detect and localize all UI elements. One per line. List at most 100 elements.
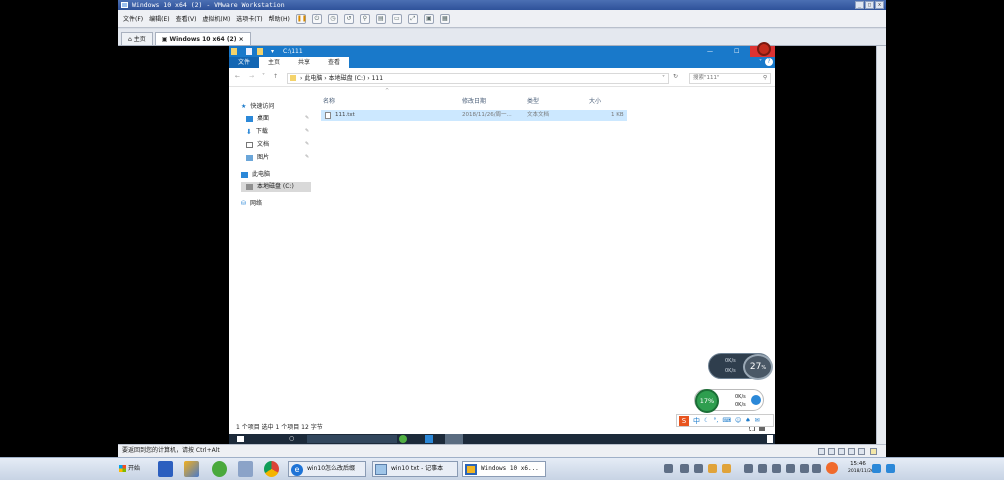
tab-vm[interactable]: ▣ Windows 10 x64 (2) × <box>154 32 251 45</box>
pin-icon[interactable]: ✎ <box>305 154 309 160</box>
tab-share[interactable]: 共享 <box>289 57 320 68</box>
close-icon[interactable]: x <box>875 1 884 9</box>
tools-icon[interactable]: ✉ <box>755 417 760 424</box>
tray-icon[interactable] <box>664 464 673 473</box>
column-name[interactable]: 名称 <box>323 96 335 105</box>
accelerate-icon[interactable] <box>751 395 761 405</box>
pin-icon[interactable]: ✎ <box>305 141 309 147</box>
address-dropdown-icon[interactable]: ˅ <box>662 74 665 83</box>
qq-icon[interactable] <box>708 464 717 473</box>
sound-icon[interactable] <box>858 448 865 455</box>
help-icon[interactable]: ? <box>765 58 773 66</box>
guest-search-box[interactable] <box>307 435 397 443</box>
menu-edit[interactable]: 编辑(E) <box>149 14 169 23</box>
nav-documents[interactable]: 文档 <box>246 140 269 150</box>
windows-start-icon[interactable] <box>237 436 244 442</box>
fullscreen-icon[interactable]: ⤢ <box>407 13 418 24</box>
nav-pictures[interactable]: 图片 <box>246 153 269 163</box>
pause-icon[interactable]: ❚❚ <box>295 13 307 24</box>
search-input[interactable]: 搜索"111" ⚲ <box>689 73 771 84</box>
notification-icon[interactable] <box>767 435 773 443</box>
chrome-icon[interactable] <box>264 461 279 477</box>
sogou-icon[interactable]: S <box>679 415 689 426</box>
unity-icon[interactable]: ▣ <box>423 13 434 24</box>
shirt-icon[interactable]: ♠ <box>745 417 750 424</box>
tray-icon[interactable] <box>758 464 767 473</box>
back-icon[interactable]: ← <box>235 73 240 80</box>
forward-icon[interactable]: → <box>249 73 254 80</box>
tab-view[interactable]: 查看 <box>319 57 350 68</box>
tab-home[interactable]: ⌂ 主页 <box>121 32 153 45</box>
breadcrumb-111[interactable]: 111 <box>372 75 383 82</box>
notification-badge-icon[interactable] <box>826 462 838 474</box>
snapshot-manager-icon[interactable]: ⚲ <box>359 13 370 24</box>
breadcrumb-this-pc[interactable]: 此电脑 <box>304 75 322 82</box>
pin-icon[interactable]: ✎ <box>305 115 309 121</box>
menu-vm[interactable]: 虚拟机(M) <box>202 14 230 23</box>
qq-icon[interactable] <box>722 464 731 473</box>
maximize-icon[interactable]: ☐ <box>734 46 739 57</box>
qat-dropdown-icon[interactable]: ▾ <box>271 46 274 57</box>
keyboard-icon[interactable]: ⌨ <box>722 417 731 424</box>
nav-quick-access[interactable]: ★ 快速访问 <box>241 102 274 112</box>
speed-widget[interactable]: 17% 0K/s 0K/s <box>694 389 764 413</box>
message-icon[interactable] <box>870 448 877 455</box>
file-manager-icon[interactable] <box>238 461 253 477</box>
volume-icon[interactable] <box>812 464 821 473</box>
menu-file[interactable]: 文件(F) <box>123 14 143 23</box>
host-clock[interactable]: 15:46 2018/11/26 <box>848 460 874 476</box>
app-icon[interactable] <box>399 435 407 443</box>
app-icon[interactable] <box>425 435 433 443</box>
tray-icon[interactable] <box>680 464 689 473</box>
menu-tabs[interactable]: 选项卡(T) <box>236 14 262 23</box>
vmware-scrollbar[interactable] <box>876 46 886 444</box>
cortana-icon[interactable]: ○ <box>289 435 294 442</box>
hdd-icon[interactable] <box>818 448 825 455</box>
properties-icon[interactable] <box>246 48 252 55</box>
memory-widget[interactable]: 0K/s 0K/s 27% <box>708 353 773 380</box>
task-browser[interactable]: e win10怎么改后缀 <box>288 461 366 477</box>
close-tab-icon[interactable]: × <box>236 36 244 43</box>
tray-icon[interactable] <box>772 464 781 473</box>
explorer-taskbar-icon[interactable] <box>445 434 463 444</box>
refresh-icon[interactable]: ↻ <box>673 73 678 80</box>
network-tray-icon[interactable] <box>800 464 809 473</box>
power-icon[interactable]: ⏻ <box>311 13 322 24</box>
tray-icon[interactable] <box>744 464 753 473</box>
action-center-icon[interactable] <box>872 464 881 473</box>
menu-view[interactable]: 查看(V) <box>176 14 197 23</box>
nav-this-pc[interactable]: 此电脑 <box>241 170 270 180</box>
pin-icon[interactable]: ✎ <box>305 128 309 134</box>
cd-icon[interactable] <box>828 448 835 455</box>
breadcrumb-local-disk[interactable]: 本地磁盘 (C:) <box>329 75 366 82</box>
new-folder-icon[interactable] <box>257 48 263 55</box>
revert-snapshot-icon[interactable]: ↺ <box>343 13 354 24</box>
tab-file[interactable]: 文件 <box>229 57 260 68</box>
task-notepad[interactable]: win10 txt - 记事本 <box>372 461 458 477</box>
nav-local-disk[interactable]: 本地磁盘 (C:) <box>241 182 311 192</box>
nav-desktop[interactable]: 桌面 <box>246 114 269 124</box>
column-modified[interactable]: 修改日期 <box>462 96 486 105</box>
table-row[interactable]: 111.txt 2018/11/26/周一... 文本文档 1 KB <box>321 110 627 121</box>
maximize-icon[interactable]: □ <box>865 1 874 9</box>
network-adapter-icon[interactable] <box>838 448 845 455</box>
user-icon[interactable]: ☺ <box>735 417 741 424</box>
console-view-icon[interactable]: ▭ <box>391 13 402 24</box>
snapshot-icon[interactable]: ◷ <box>327 13 338 24</box>
usb-icon[interactable] <box>848 448 855 455</box>
nav-downloads[interactable]: ⬇ 下载 <box>246 127 268 137</box>
nav-network[interactable]: ⛁ 网络 <box>241 199 262 209</box>
broom-icon[interactable] <box>184 461 199 477</box>
recent-dropdown-icon[interactable]: ˅ <box>262 73 265 80</box>
action-center-icon[interactable] <box>886 464 895 473</box>
tray-icon[interactable] <box>786 464 795 473</box>
sidebar-toggle-icon[interactable]: ▤ <box>375 13 386 24</box>
view-settings-icon[interactable]: ▦ <box>439 13 450 24</box>
punctuation-icon[interactable]: °, <box>713 417 718 424</box>
minimize-icon[interactable]: — <box>707 46 713 57</box>
ie-green-icon[interactable] <box>212 461 227 477</box>
address-box[interactable]: › 此电脑 › 本地磁盘 (C:) › 111 ˅ <box>287 73 669 84</box>
start-button[interactable]: 开始 <box>118 461 144 477</box>
shield-icon[interactable] <box>158 461 173 477</box>
tray-icon[interactable] <box>694 464 703 473</box>
